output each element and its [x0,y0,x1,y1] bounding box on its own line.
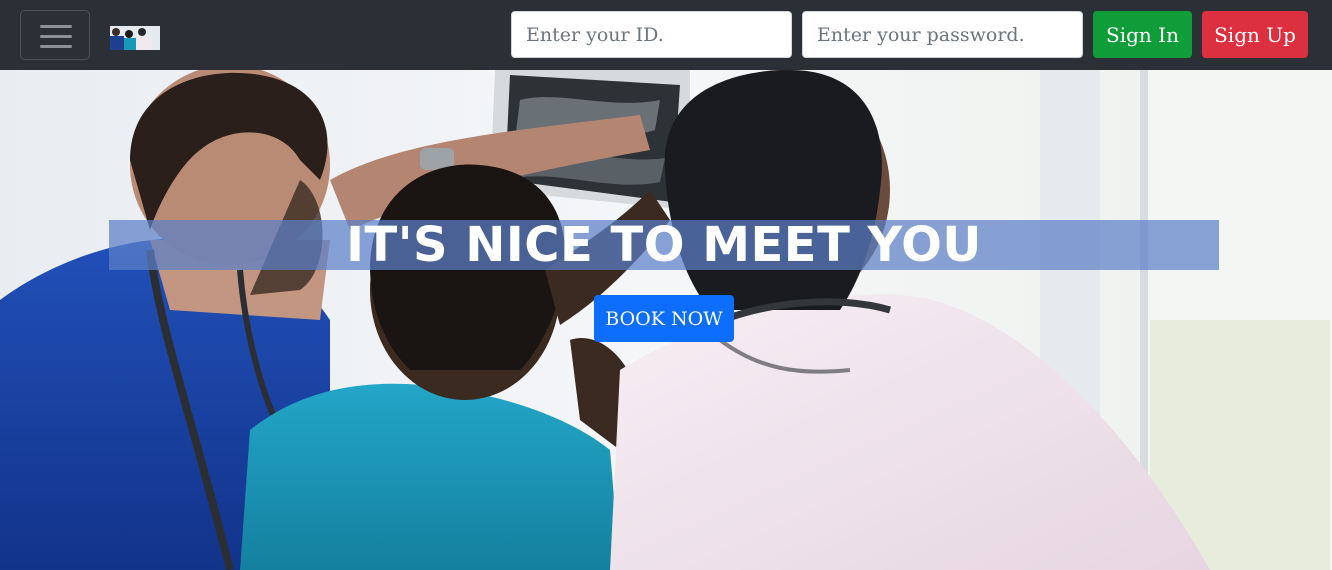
hamburger-icon [40,25,72,28]
hero-headline: IT'S NICE TO MEET YOU [346,217,982,273]
brand-logo[interactable] [110,26,160,50]
password-input[interactable] [802,11,1083,58]
top-navbar: Sign In Sign Up [0,0,1332,70]
sign-in-button[interactable]: Sign In [1093,11,1192,58]
menu-toggle-button[interactable] [20,10,90,60]
id-input[interactable] [511,11,792,58]
book-now-button[interactable]: BOOK NOW [594,295,734,342]
sign-up-button[interactable]: Sign Up [1202,11,1308,58]
hero-section: IT'S NICE TO MEET YOU BOOK NOW [0,70,1332,570]
doctors-thumbnail-icon [110,26,160,50]
